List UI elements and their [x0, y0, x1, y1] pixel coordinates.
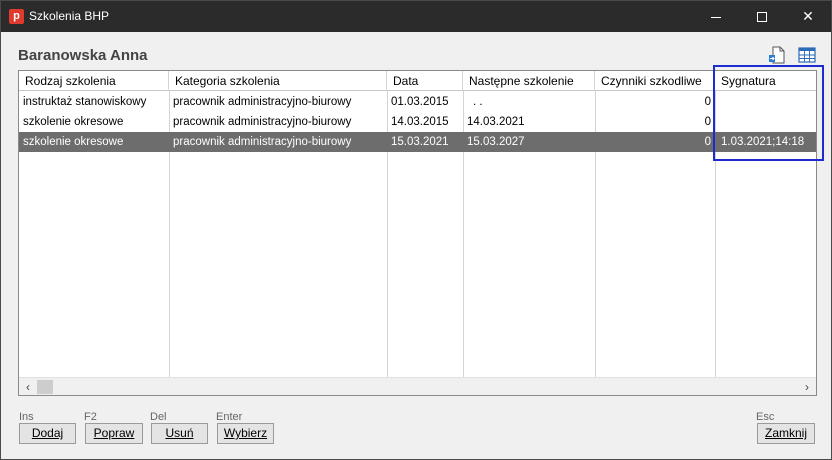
column-header-nastepne[interactable]: Następne szkolenie [463, 71, 595, 91]
cell-sygnatura [715, 92, 816, 112]
scroll-right-icon[interactable]: › [798, 378, 816, 395]
column-header-czynniki[interactable]: Czynniki szkodliwe [595, 71, 715, 91]
app-icon: p [9, 9, 24, 24]
cell-kategoria: pracownik administracyjno-biurowy [173, 96, 352, 108]
shortcut-select: Enter [216, 411, 243, 423]
close-button[interactable]: Zamknij [757, 423, 815, 444]
scroll-left-icon[interactable]: ‹ [19, 378, 37, 395]
minimize-button[interactable] [693, 1, 739, 32]
shortcut-edit: F2 [84, 411, 97, 423]
cell-kategoria: pracownik administracyjno-biurowy [173, 136, 352, 148]
shortcut-delete: Del [150, 411, 167, 423]
table-row-selected[interactable]: szkolenie okresowe pracownik administrac… [19, 132, 816, 152]
column-header-rodzaj[interactable]: Rodzaj szkolenia [19, 71, 169, 91]
edit-button[interactable]: Popraw [85, 423, 143, 444]
horizontal-scrollbar[interactable]: ‹ › [19, 377, 816, 395]
scroll-thumb[interactable] [37, 380, 53, 394]
close-icon: ✕ [802, 8, 814, 24]
cell-data: 01.03.2015 [391, 96, 449, 108]
app-window: p Szkolenia BHP ✕ Baranowska Anna Rodzaj… [0, 0, 832, 460]
maximize-icon [757, 12, 767, 23]
cell-czynniki: 0 [704, 136, 711, 148]
maximize-button[interactable] [739, 1, 785, 32]
add-button[interactable]: Dodaj [19, 423, 76, 444]
delete-button[interactable]: Usuń [151, 423, 208, 444]
title-bar[interactable]: p Szkolenia BHP ✕ [1, 1, 831, 32]
grid-header: Rodzaj szkolenia Kategoria szkolenia Dat… [19, 71, 816, 91]
cell-nastepne: 14.03.2021 [467, 116, 525, 128]
column-header-sygnatura[interactable]: Sygnatura [715, 71, 816, 91]
window-title: Szkolenia BHP [29, 9, 110, 23]
shortcut-close: Esc [756, 411, 775, 423]
person-name: Baranowska Anna [18, 47, 148, 64]
cell-rodzaj: szkolenie okresowe [23, 136, 124, 148]
cell-nastepne: 15.03.2027 [467, 136, 525, 148]
table-row[interactable]: instruktaż stanowiskowy pracownik admini… [19, 92, 816, 112]
select-button[interactable]: Wybierz [217, 423, 274, 444]
cell-data: 15.03.2021 [391, 136, 449, 148]
columns-grid-icon[interactable] [797, 45, 817, 65]
cell-kategoria: pracownik administracyjno-biurowy [173, 116, 352, 128]
cell-rodzaj: szkolenie okresowe [23, 116, 124, 128]
minimize-icon [711, 16, 721, 18]
close-window-button[interactable]: ✕ [785, 1, 831, 32]
column-header-kategoria[interactable]: Kategoria szkolenia [169, 71, 387, 91]
cell-czynniki: 0 [704, 96, 711, 108]
table-row[interactable]: szkolenie okresowe pracownik administrac… [19, 112, 816, 132]
trainings-grid[interactable]: Rodzaj szkolenia Kategoria szkolenia Dat… [18, 70, 817, 396]
column-header-data[interactable]: Data [387, 71, 463, 91]
shortcut-add: Ins [19, 411, 34, 423]
cell-rodzaj: instruktaż stanowiskowy [23, 96, 147, 108]
cell-sygnatura [715, 112, 816, 132]
cell-data: 14.03.2015 [391, 116, 449, 128]
cell-nastepne: . . [473, 96, 483, 108]
export-document-icon[interactable] [767, 45, 787, 65]
cell-czynniki: 0 [704, 116, 711, 128]
cell-sygnatura: 1.03.2021;14:18 [721, 136, 805, 148]
